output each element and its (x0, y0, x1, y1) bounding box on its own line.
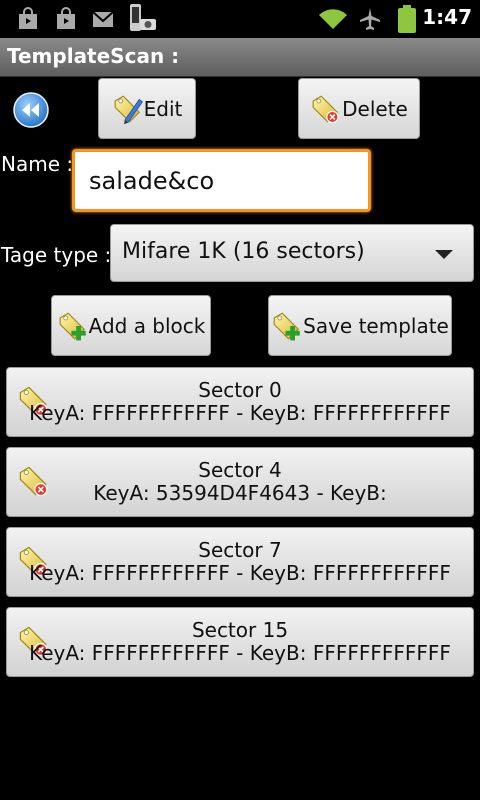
name-input[interactable]: salade&co (72, 149, 371, 212)
sector-title: Sector 7 (198, 538, 282, 562)
back-button[interactable] (13, 92, 49, 128)
sector-keys: KeyA: FFFFFFFFFFFF - KeyB: FFFFFFFFFFFF (29, 641, 451, 665)
shopping-bag-icon (57, 7, 75, 29)
sector-title: Sector 15 (191, 618, 289, 642)
name-label: Name : (1, 152, 74, 176)
sector-keys: KeyA: FFFFFFFFFFFF - KeyB: FFFFFFFFFFFF (29, 401, 451, 425)
sector-keys: KeyA: FFFFFFFFFFFF - KeyB: FFFFFFFFFFFF (29, 561, 451, 585)
sector-item[interactable]: Sector 15 KeyA: FFFFFFFFFFFF - KeyB: FFF… (6, 607, 474, 677)
add-block-label: Add a block (88, 313, 206, 338)
delete-label: Delete (342, 96, 408, 121)
tag-delete-icon (310, 93, 339, 123)
title-bar: TemplateScan : (0, 38, 480, 77)
edit-label: Edit (143, 96, 183, 121)
wifi-icon (319, 9, 347, 29)
clock: 1:47 (422, 5, 472, 29)
battery-icon (398, 5, 416, 33)
tag-add-icon (271, 310, 300, 340)
tag-type-label: Tage type : (1, 243, 112, 267)
gmail-icon (92, 11, 114, 27)
add-block-button[interactable]: Add a block (51, 295, 211, 356)
tag-add-icon (57, 310, 86, 340)
sector-item[interactable]: Sector 7 KeyA: FFFFFFFFFFFF - KeyB: FFFF… (6, 527, 474, 597)
delete-button[interactable]: Delete (298, 78, 420, 139)
airplane-icon (360, 8, 380, 30)
edit-button[interactable]: Edit (98, 78, 196, 139)
sector-item[interactable]: Sector 0 KeyA: FFFFFFFFFFFF - KeyB: FFFF… (6, 367, 474, 437)
sector-item[interactable]: Sector 4 KeyA: 53594D4F4643 - KeyB: (6, 447, 474, 517)
sector-title: Sector 0 (198, 378, 282, 402)
save-template-button[interactable]: Save template (268, 295, 452, 356)
sector-title: Sector 4 (198, 458, 282, 482)
sector-keys: KeyA: 53594D4F4643 - KeyB: (93, 481, 387, 505)
phone-camera-icon (130, 4, 156, 31)
shopping-bag-icon (19, 7, 37, 29)
save-template-label: Save template (303, 313, 449, 338)
app-title: TemplateScan : (7, 44, 180, 68)
tag-type-select[interactable]: Mifare 1K (16 sectors) (110, 224, 474, 282)
status-bar: 1:47 (0, 0, 480, 38)
tag-edit-icon (112, 93, 143, 124)
dropdown-arrow-icon (435, 250, 453, 259)
tag-type-value: Mifare 1K (16 sectors) (122, 239, 365, 264)
